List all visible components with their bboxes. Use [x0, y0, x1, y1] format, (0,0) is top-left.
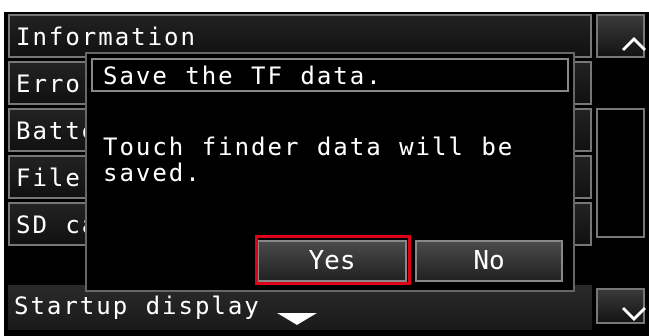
dialog-title: Save the TF data.: [103, 62, 383, 90]
save-confirm-dialog: Save the TF data. Touch finder data will…: [85, 52, 575, 292]
yes-button[interactable]: Yes: [257, 240, 407, 282]
dialog-message: Touch finder data will be saved.: [103, 133, 515, 187]
dialog-title-bar: Save the TF data.: [91, 58, 569, 92]
no-button[interactable]: No: [415, 240, 563, 282]
scroll-up-button[interactable]: [596, 14, 646, 58]
scrollbar-thumb[interactable]: [596, 108, 645, 238]
menu-item-label: Information: [16, 23, 197, 51]
more-below-arrow-icon: [277, 313, 317, 325]
menu-item-label: Startup display: [14, 292, 261, 320]
menu-item-label: File: [16, 164, 82, 192]
scroll-down-button[interactable]: [596, 288, 646, 324]
